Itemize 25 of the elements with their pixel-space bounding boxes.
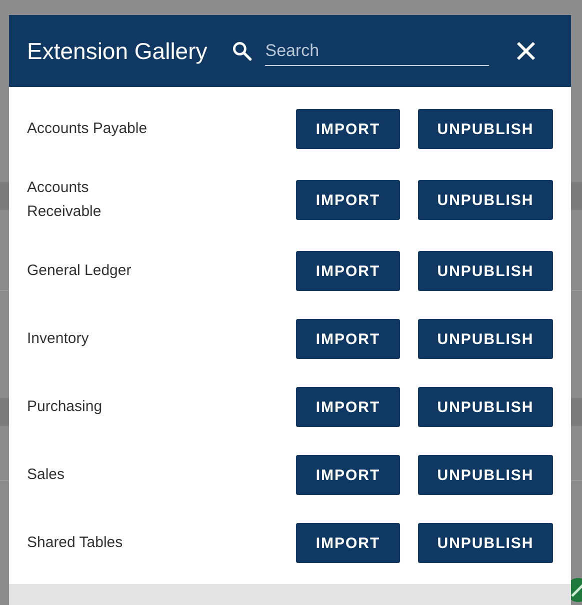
unpublish-button[interactable]: UNPUBLISH bbox=[418, 455, 553, 495]
unpublish-button[interactable]: UNPUBLISH bbox=[418, 523, 553, 563]
import-button[interactable]: IMPORT bbox=[296, 180, 400, 220]
extension-name: General Ledger bbox=[27, 261, 132, 281]
search-field[interactable]: Search bbox=[265, 36, 490, 66]
extension-name: Shared Tables bbox=[27, 533, 124, 553]
extension-name: Sales bbox=[27, 465, 66, 485]
search-icon bbox=[231, 40, 254, 62]
close-icon[interactable] bbox=[516, 41, 536, 61]
unpublish-button[interactable]: UNPUBLISH bbox=[418, 319, 553, 359]
unpublish-button[interactable]: UNPUBLISH bbox=[418, 387, 553, 427]
unpublish-button[interactable]: UNPUBLISH bbox=[418, 251, 553, 291]
import-button[interactable]: IMPORT bbox=[296, 251, 400, 291]
import-button[interactable]: IMPORT bbox=[296, 109, 400, 149]
import-button[interactable]: IMPORT bbox=[296, 387, 400, 427]
extension-name: Inventory bbox=[27, 329, 90, 349]
unpublish-button[interactable]: UNPUBLISH bbox=[418, 180, 553, 220]
extension-name: Purchasing bbox=[27, 397, 104, 417]
import-button[interactable]: IMPORT bbox=[296, 523, 400, 563]
unpublish-button[interactable]: UNPUBLISH bbox=[418, 109, 553, 149]
dialog-title: Extension Gallery bbox=[27, 38, 208, 64]
extension-name: Accounts Payable bbox=[27, 119, 148, 139]
extension-name: Accounts Receivable bbox=[27, 178, 102, 222]
import-button[interactable]: IMPORT bbox=[296, 319, 400, 359]
import-button[interactable]: IMPORT bbox=[296, 455, 400, 495]
